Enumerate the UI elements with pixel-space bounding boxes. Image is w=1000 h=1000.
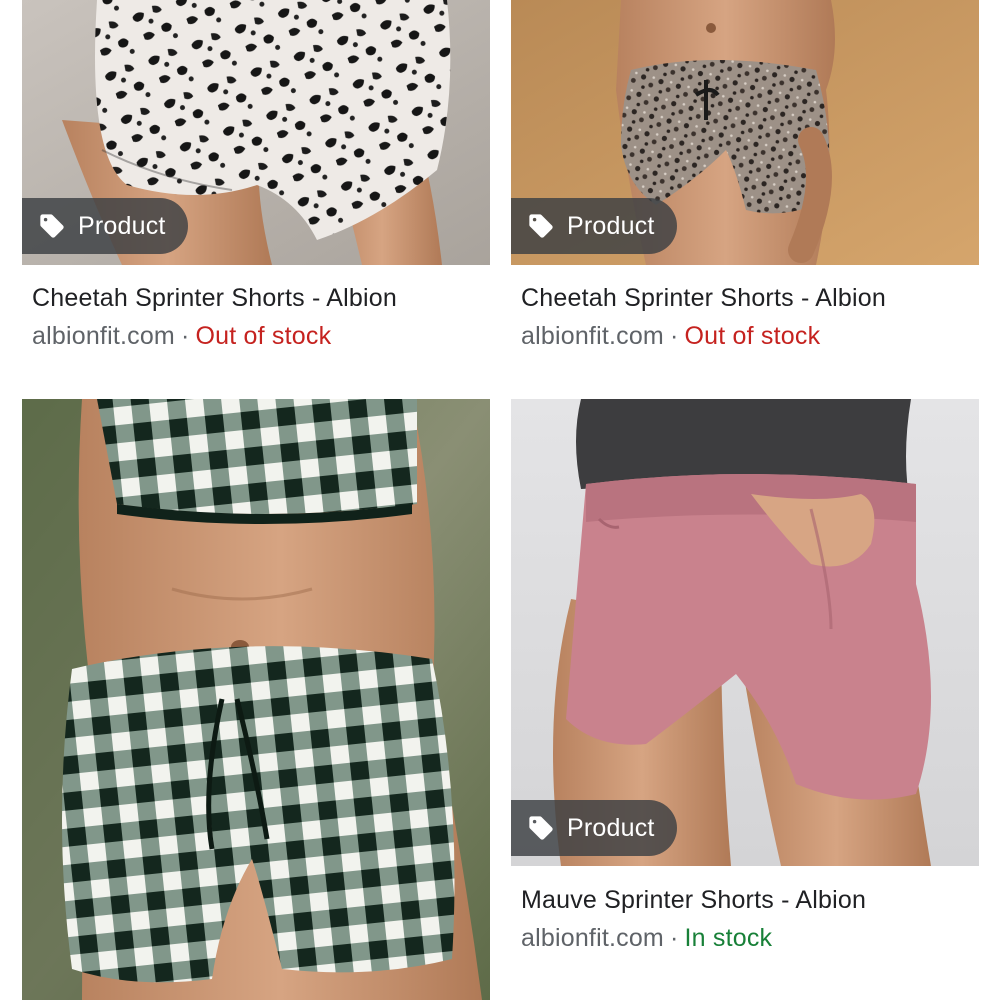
badge-label: Product	[567, 211, 655, 240]
price-tag-icon	[529, 214, 553, 238]
product-title[interactable]: Mauve Sprinter Shorts - Albion	[521, 886, 866, 915]
price-tag-icon	[529, 816, 553, 840]
product-image[interactable]	[22, 399, 490, 1000]
product-image[interactable]	[511, 399, 979, 866]
stock-status: In stock	[684, 924, 773, 952]
badge-label: Product	[78, 211, 166, 240]
site-name[interactable]: albionfit.com	[32, 322, 175, 350]
separator: ·	[669, 322, 679, 350]
product-title[interactable]: Cheetah Sprinter Shorts - Albion	[521, 284, 886, 313]
stock-status: Out of stock	[684, 322, 821, 350]
stock-status: Out of stock	[195, 322, 332, 350]
product-title[interactable]: Cheetah Sprinter Shorts - Albion	[32, 284, 397, 313]
product-meta: albionfit.com · Out of stock	[521, 322, 820, 351]
product-meta: albionfit.com · In stock	[521, 924, 772, 953]
site-name[interactable]: albionfit.com	[521, 322, 664, 350]
site-name[interactable]: albionfit.com	[521, 924, 664, 952]
separator: ·	[669, 924, 679, 952]
separator: ·	[180, 322, 190, 350]
product-badge: Product	[511, 800, 677, 856]
badge-label: Product	[567, 813, 655, 842]
price-tag-icon	[40, 214, 64, 238]
product-badge: Product	[511, 198, 677, 254]
product-badge: Product	[22, 198, 188, 254]
product-meta: albionfit.com · Out of stock	[32, 322, 331, 351]
